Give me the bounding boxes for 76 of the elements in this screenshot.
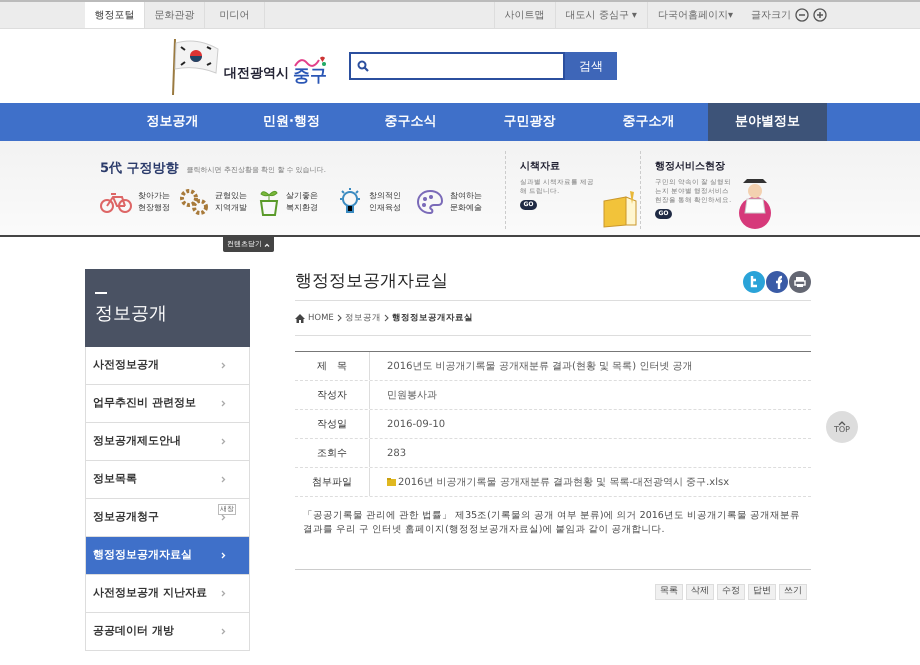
caret-up-icon (264, 242, 270, 246)
nav-menu-item[interactable]: 중구소식 (351, 103, 470, 141)
back-to-top-button[interactable]: TOP (826, 411, 858, 443)
slogan-drawing (293, 54, 327, 68)
dropdown-link[interactable]: 대도시 중심구 ▾ (554, 2, 647, 28)
palette-icon (416, 188, 444, 214)
sidebar-item[interactable]: 업무추진비 관련정보 (85, 385, 250, 423)
field-label: 조회수 (295, 439, 370, 467)
sidebar-item[interactable]: 정보목록 (85, 461, 250, 499)
gears-icon (179, 188, 209, 216)
chevron-icon (221, 552, 226, 559)
promo-title: 행정서비스현장 (655, 160, 726, 174)
direction-link[interactable]: 창의적인 인재육성 (337, 186, 416, 216)
nav-menu-item[interactable]: 분야별정보 (708, 103, 827, 141)
board-button[interactable]: 쓰기 (779, 584, 807, 600)
board-button[interactable]: 수정 (717, 584, 745, 600)
board-button[interactable]: 삭제 (686, 584, 714, 600)
file-icon (387, 478, 396, 486)
breadcrumb-link[interactable]: HOME (308, 312, 334, 324)
direction-link[interactable]: 균형있는 지역개발 (179, 186, 258, 216)
field-label: 작성일 (295, 410, 370, 438)
chevron-icon (221, 514, 226, 521)
chevron-icon (336, 314, 342, 322)
field-value: 2016-09-10 (387, 418, 446, 432)
search-button[interactable]: 검색 (565, 52, 617, 80)
chevron-icon (221, 362, 226, 369)
bicycle-icon (100, 190, 132, 212)
twitter-icon (743, 270, 765, 292)
attachment-link[interactable]: 2016년 비공개기록물 공개재분류 결과현황 및 목록-대전광역시 중구.xlsx (387, 474, 730, 490)
chevron-icon (221, 400, 226, 407)
field-label: 첨부파일 (295, 468, 370, 496)
search-field[interactable] (349, 52, 565, 80)
breadcrumb-link[interactable]: 정보공개 (344, 312, 381, 324)
dropdown-link[interactable]: 다국어홈페이지▾ (646, 2, 743, 28)
nav-menu-item[interactable]: 중구소개 (589, 103, 708, 141)
sitemap-link[interactable]: 사이트맵 (494, 2, 555, 28)
chevron-icon (221, 590, 226, 597)
nav-menu-item[interactable]: 정보공개 (113, 103, 232, 141)
board-button[interactable]: 목록 (655, 584, 683, 600)
zoom-in-icon (813, 8, 827, 22)
sidebar-item[interactable]: 정보공개제도안내 (85, 423, 250, 461)
chevron-icon (221, 628, 226, 635)
sidebar-item[interactable]: 공공데이터 개방 (85, 613, 250, 651)
sidebar-title: 정보공개 (95, 302, 168, 326)
search-icon (357, 60, 369, 72)
field-value: 2016년도 비공개기록물 공개재분류 결과(현황 및 목록) 인터넷 공개 (387, 360, 693, 374)
sidebar-item[interactable]: 사전정보공개 (85, 347, 250, 385)
facebook-icon (766, 270, 788, 292)
portal-tab[interactable]: 행정포털 (85, 2, 145, 28)
chevron-icon (384, 314, 389, 322)
page-title: 행정정보공개자료실 (295, 270, 448, 293)
direction-link[interactable]: 찾아가는 현장행정 (100, 186, 179, 216)
print-icon (789, 270, 811, 292)
direction-link[interactable]: 참여하는 문화예술 (416, 186, 495, 216)
font-size-label: 글자크기 (751, 8, 791, 22)
caret-up-icon (838, 420, 846, 426)
zoom-out-icon (795, 8, 809, 22)
direction-link[interactable]: 살기좋은 복지환경 (258, 186, 337, 216)
post-body: 「공공기록물 관리에 관한 법률」 제35조(기록물의 공개 여부 분류)에 의거 2016년도 비공개기록물 공개재분류 결과를 우리 구 인터넷 홈페이지(행정정보공개자료실)에 붙임과 같이 공개합니다. (302, 509, 801, 537)
logo-city-text: 대전광역시 (224, 64, 289, 82)
banner-title: 5代 구정방향 (100, 160, 179, 178)
sidebar-item[interactable]: 사전정보공개 지난자료 (85, 575, 250, 613)
chevron-icon (221, 476, 226, 483)
field-value: 민원봉사과 (387, 388, 437, 402)
chevron-icon (221, 438, 226, 445)
field-value: 283 (387, 446, 406, 460)
board-button[interactable]: 답변 (748, 584, 776, 600)
field-label: 제 목 (295, 352, 370, 380)
nav-menu-item[interactable]: 민원·행정 (232, 103, 351, 141)
sidebar-item[interactable]: 행정정보공개자료실 (85, 537, 250, 575)
promo-title: 시책자료 (520, 160, 561, 174)
logo-district-text: 중구 (293, 68, 327, 85)
breadcrumb-current-link[interactable]: 행정정보공개자료실 (392, 312, 473, 324)
home-icon (295, 314, 305, 322)
field-label: 작성자 (295, 381, 370, 409)
nav-menu-item[interactable]: 구민광장 (470, 103, 589, 141)
